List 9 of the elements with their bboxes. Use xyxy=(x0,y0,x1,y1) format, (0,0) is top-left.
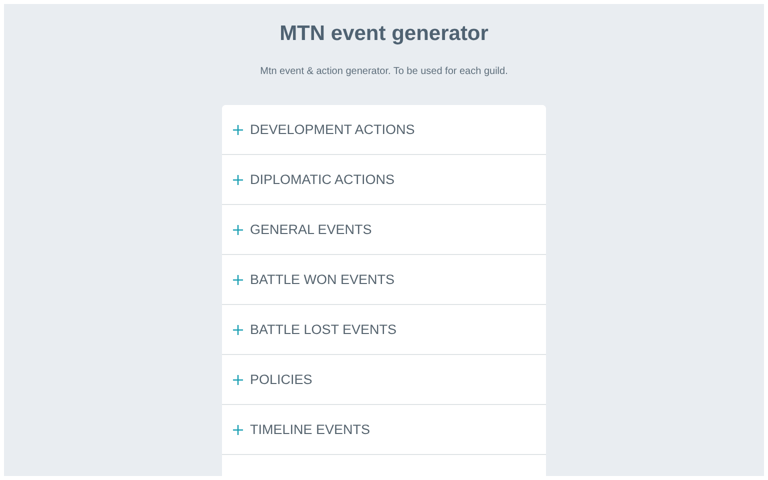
plus-icon xyxy=(233,124,243,134)
plus-icon xyxy=(233,374,243,384)
page-title: MTN event generator xyxy=(280,21,488,47)
plus-icon xyxy=(233,324,243,334)
plus-icon xyxy=(233,224,243,234)
plus-icon xyxy=(233,174,243,184)
page-subtitle: Mtn event & action generator. To be used for each guild. xyxy=(260,65,508,79)
plus-icon xyxy=(233,424,243,434)
plus-icon xyxy=(233,274,243,284)
